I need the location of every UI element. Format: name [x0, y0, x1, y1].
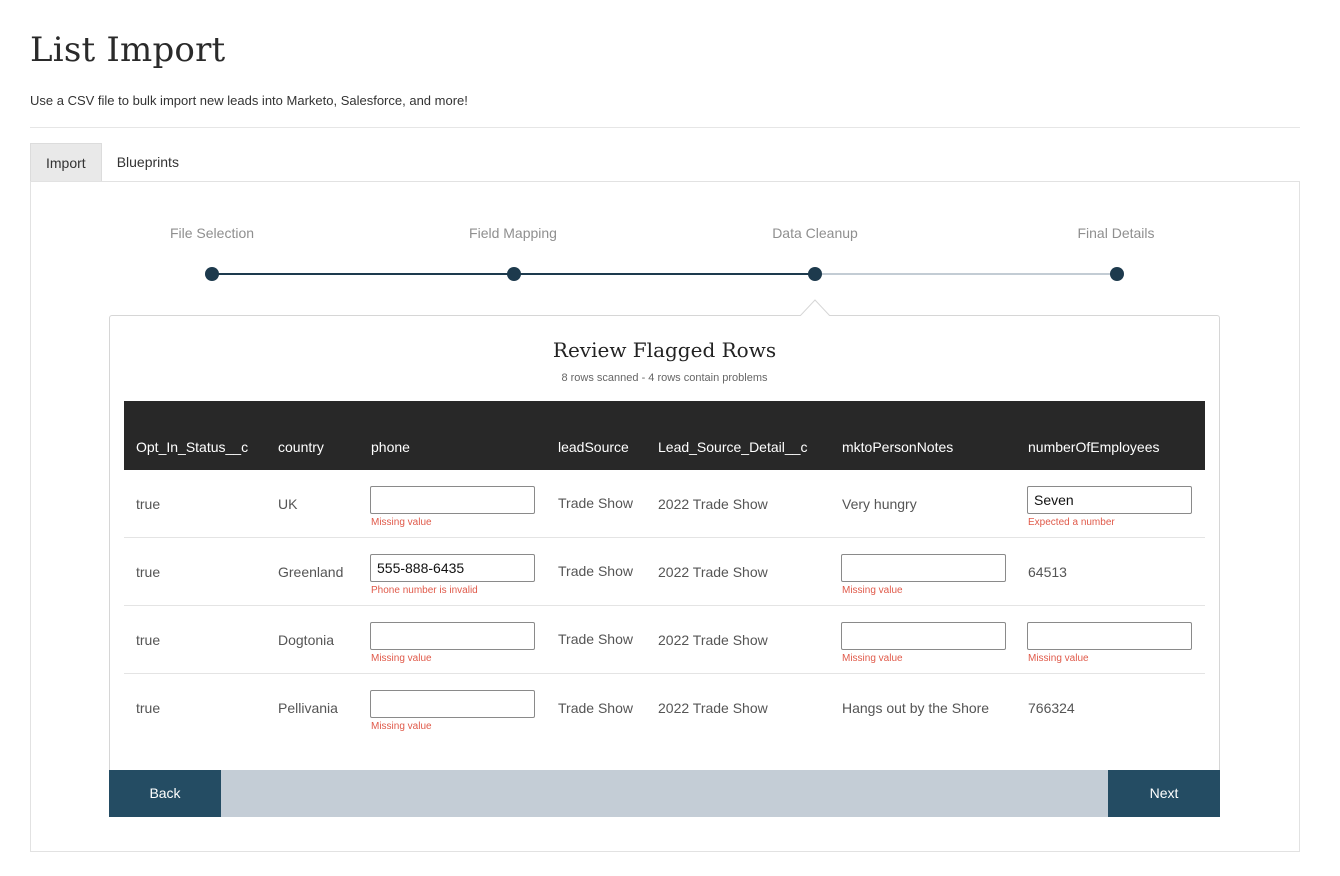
step-dot-final-details[interactable] [1110, 267, 1124, 281]
phone-input[interactable] [370, 486, 535, 514]
next-button[interactable]: Next [1108, 770, 1220, 817]
employees-cell: 64513 [1028, 563, 1067, 580]
column-header: country [278, 438, 324, 455]
opt-in-cell: true [136, 495, 161, 512]
back-button[interactable]: Back [109, 770, 221, 817]
error-message: Missing value [371, 721, 432, 732]
employees-cell: Missing value [1016, 606, 1205, 673]
tab-blueprints[interactable]: Blueprints [102, 143, 194, 181]
page-title: List Import [30, 30, 226, 70]
country-cell: Greenland [278, 563, 344, 580]
review-title: Review Flagged Rows [552, 338, 777, 362]
table-header: Opt_In_Status__c country phone leadSourc… [124, 401, 1205, 470]
table-row: true UK Missing value Trade Show 2022 Tr… [124, 470, 1205, 538]
phone-cell: Phone number is invalid [359, 538, 546, 605]
column-header: Lead_Source_Detail__c [658, 438, 808, 455]
step-dot-file-selection[interactable] [205, 267, 219, 281]
error-message: Missing value [371, 653, 432, 664]
error-message: Missing value [842, 653, 903, 664]
step-connector-3 [816, 273, 1117, 275]
page-subtitle: Use a CSV file to bulk import new leads … [30, 93, 468, 108]
notes-cell: Very hungry [842, 495, 917, 512]
column-header: phone [371, 438, 410, 455]
column-header: numberOfEmployees [1028, 438, 1160, 455]
notes-cell: Missing value [830, 606, 1016, 673]
error-message: Missing value [842, 585, 903, 596]
step-connector-1 [213, 273, 515, 275]
step-dot-field-mapping[interactable] [507, 267, 521, 281]
flagged-rows-table: Opt_In_Status__c country phone leadSourc… [124, 401, 1205, 742]
step-dot-data-cleanup[interactable] [808, 267, 822, 281]
error-message: Phone number is invalid [371, 585, 478, 596]
lead-source-cell: Trade Show [558, 699, 633, 716]
tab-import[interactable]: Import [30, 143, 102, 181]
opt-in-cell: true [136, 700, 161, 716]
country-cell: Dogtonia [278, 631, 335, 648]
phone-input[interactable] [370, 554, 535, 582]
table-row: true Pellivania Missing value Trade Show… [124, 674, 1205, 742]
lead-source-cell: Trade Show [558, 495, 633, 511]
title-divider [30, 127, 1300, 128]
notes-input[interactable] [841, 622, 1006, 650]
step-label-file-selection: File Selection [169, 225, 255, 241]
phone-input[interactable] [370, 622, 535, 650]
country-cell: Pellivania [278, 700, 338, 716]
phone-cell: Missing value [359, 674, 546, 742]
column-header: Opt_In_Status__c [136, 438, 249, 455]
table-row: true Dogtonia Missing value Trade Show 2… [124, 606, 1205, 674]
error-message: Expected a number [1028, 517, 1115, 528]
employees-cell: 766324 [1028, 700, 1075, 716]
phone-cell: Missing value [359, 470, 546, 537]
error-message: Missing value [1028, 653, 1089, 664]
notes-cell: Missing value [830, 538, 1016, 605]
lead-source-detail-cell: 2022 Trade Show [658, 700, 768, 716]
country-cell: UK [278, 495, 298, 512]
step-label-final-details: Final Details [1077, 225, 1155, 241]
error-message: Missing value [371, 517, 432, 528]
step-label-field-mapping: Field Mapping [469, 225, 557, 241]
table-row: true Greenland Phone number is invalid T… [124, 538, 1205, 606]
tab-bar: Import Blueprints [30, 143, 194, 181]
wizard-footer [109, 770, 1220, 817]
employees-cell: Expected a number [1016, 470, 1205, 537]
opt-in-cell: true [136, 563, 161, 580]
step-label-data-cleanup: Data Cleanup [772, 225, 858, 241]
column-header: leadSource [558, 438, 629, 455]
review-summary: 8 rows scanned - 4 rows contain problems [561, 372, 768, 384]
column-header: mktoPersonNotes [842, 438, 954, 455]
employees-input[interactable] [1027, 486, 1192, 514]
step-connector-2 [515, 273, 816, 275]
lead-source-detail-cell: 2022 Trade Show [658, 495, 768, 512]
step-pointer-caret [800, 299, 830, 316]
phone-cell: Missing value [359, 606, 546, 673]
phone-input[interactable] [370, 690, 535, 718]
notes-cell: Hangs out by the Shore [842, 700, 990, 716]
lead-source-cell: Trade Show [558, 563, 633, 579]
lead-source-detail-cell: 2022 Trade Show [658, 631, 768, 648]
opt-in-cell: true [136, 631, 161, 648]
notes-input[interactable] [841, 554, 1006, 582]
lead-source-detail-cell: 2022 Trade Show [658, 563, 768, 580]
lead-source-cell: Trade Show [558, 631, 633, 647]
employees-input[interactable] [1027, 622, 1192, 650]
